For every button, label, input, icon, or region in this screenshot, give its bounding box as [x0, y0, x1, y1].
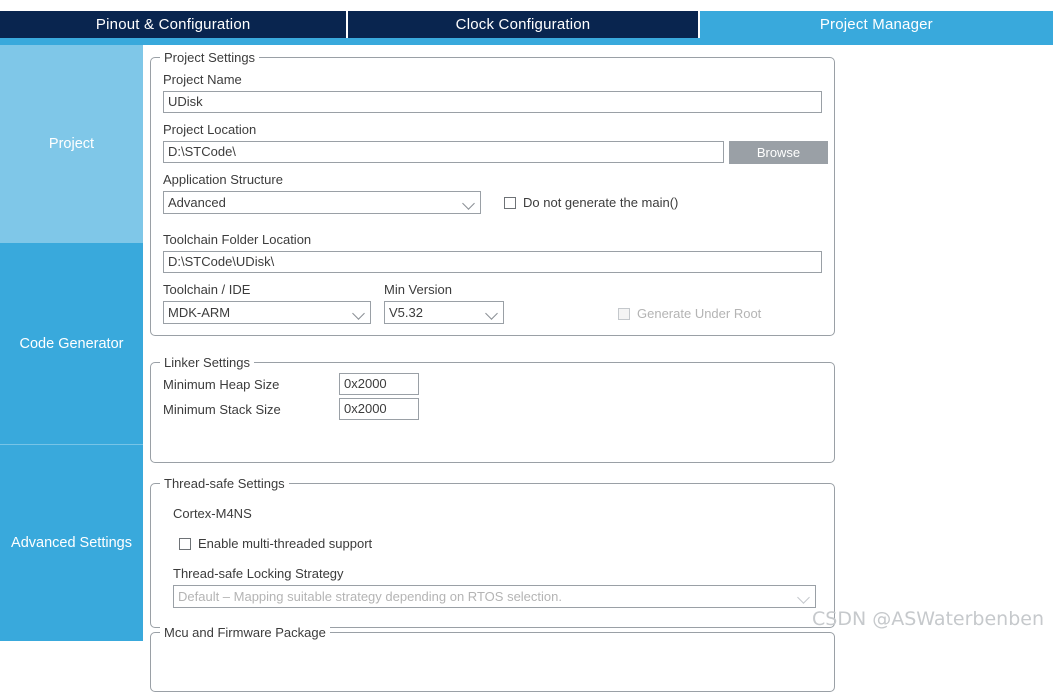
mcu-and-firmware-package-groupbox: Mcu and Firmware Package	[150, 625, 835, 692]
sidebar-item-code-generator[interactable]: Code Generator	[0, 243, 143, 444]
mcu-and-firmware-package-group-title: Mcu and Firmware Package	[160, 625, 330, 640]
do-not-generate-main-label: Do not generate the main()	[523, 195, 679, 210]
project-location-input[interactable]: D:\STCode\	[163, 141, 724, 163]
min-version-label: Min Version	[384, 282, 452, 297]
tab-pinout-label: Pinout & Configuration	[95, 16, 251, 33]
sidebar-item-code-generator-label: Code Generator	[19, 335, 124, 352]
thread-safe-locking-strategy-label: Thread-safe Locking Strategy	[173, 566, 344, 581]
tab-project-manager[interactable]: Project Manager	[699, 11, 1053, 38]
project-settings-group-title: Project Settings	[160, 50, 260, 65]
checkbox-icon	[179, 537, 191, 550]
chevron-down-icon	[462, 196, 476, 210]
minimum-heap-size-input[interactable]: 0x2000	[339, 373, 419, 395]
sidebar-item-advanced-settings-label: Advanced Settings	[11, 534, 132, 551]
thread-safe-locking-strategy-select: Default – Mapping suitable strategy depe…	[173, 585, 816, 608]
enable-multithreaded-support-checkbox[interactable]: Enable multi-threaded support	[179, 536, 372, 551]
project-location-label: Project Location	[163, 122, 257, 137]
watermark-text: CSDN @ASWaterbenben	[812, 608, 1045, 630]
toolchain-ide-value: MDK-ARM	[168, 305, 231, 320]
application-structure-label: Application Structure	[163, 172, 283, 187]
generate-under-root-label: Generate Under Root	[637, 306, 762, 321]
enable-multithreaded-support-label: Enable multi-threaded support	[198, 536, 373, 551]
core-name-label: Cortex-M4NS	[173, 506, 252, 521]
tab-underline-strip	[0, 38, 1053, 45]
application-structure-select[interactable]: Advanced	[163, 191, 481, 214]
min-version-value: V5.32	[389, 305, 423, 320]
linker-settings-groupbox: Linker Settings Minimum Heap Size 0x2000…	[150, 355, 835, 463]
browse-button-label: Browse	[756, 145, 801, 160]
chevron-down-icon	[352, 306, 366, 320]
tab-clock-configuration[interactable]: Clock Configuration	[348, 11, 698, 38]
project-manager-sidebar: Project Code Generator Advanced Settings	[0, 45, 143, 641]
project-name-input[interactable]: UDisk	[163, 91, 822, 113]
thread-safe-settings-groupbox: Thread-safe Settings Cortex-M4NS Enable …	[150, 476, 835, 628]
tab-pinout-and-configuration[interactable]: Pinout & Configuration	[0, 11, 347, 38]
sidebar-item-advanced-settings[interactable]: Advanced Settings	[0, 444, 143, 641]
project-settings-pane: Project Settings Project Name UDisk Proj…	[143, 45, 1053, 692]
browse-button[interactable]: Browse	[729, 141, 828, 164]
chevron-down-icon	[797, 590, 811, 604]
toolchain-folder-location-label: Toolchain Folder Location	[163, 232, 312, 247]
minimum-heap-size-label: Minimum Heap Size	[163, 377, 280, 392]
toolchain-folder-location-input[interactable]: D:\STCode\UDisk\	[163, 251, 822, 273]
tab-clock-label: Clock Configuration	[455, 16, 591, 33]
thread-safe-settings-group-title: Thread-safe Settings	[160, 476, 289, 491]
chevron-down-icon	[485, 306, 499, 320]
application-structure-value: Advanced	[168, 195, 226, 210]
toolchain-ide-label: Toolchain / IDE	[163, 282, 251, 297]
min-version-select[interactable]: V5.32	[384, 301, 504, 324]
minimum-stack-size-input[interactable]: 0x2000	[339, 398, 419, 420]
generate-under-root-checkbox: Generate Under Root	[618, 306, 761, 321]
minimum-stack-size-label: Minimum Stack Size	[163, 402, 281, 417]
project-settings-groupbox: Project Settings Project Name UDisk Proj…	[150, 50, 835, 336]
project-name-label: Project Name	[163, 72, 242, 87]
thread-safe-locking-strategy-value: Default – Mapping suitable strategy depe…	[178, 589, 562, 604]
toolchain-ide-select[interactable]: MDK-ARM	[163, 301, 371, 324]
sidebar-item-project-label: Project	[48, 136, 95, 152]
do-not-generate-main-checkbox[interactable]: Do not generate the main()	[504, 195, 678, 210]
checkbox-icon	[618, 307, 630, 320]
tab-project-manager-label: Project Manager	[819, 16, 933, 33]
sidebar-item-project[interactable]: Project	[0, 45, 143, 243]
linker-settings-group-title: Linker Settings	[160, 355, 254, 370]
checkbox-icon	[504, 196, 516, 209]
main-tab-bar: Pinout & Configuration Clock Configurati…	[0, 11, 1053, 38]
